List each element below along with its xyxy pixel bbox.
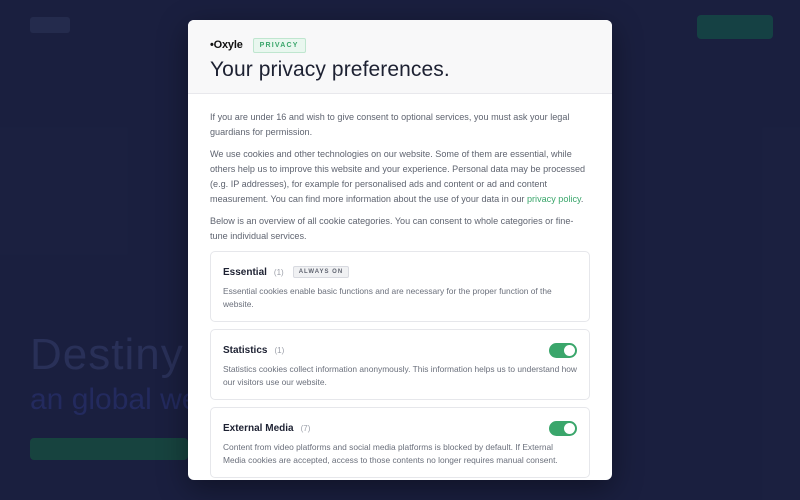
- category-card-external-media: External Media (7) Content from video pl…: [210, 407, 590, 478]
- category-card-statistics: Statistics (1) Statistics cookies collec…: [210, 329, 590, 400]
- toggle-knob-icon: [564, 344, 575, 356]
- cookie-intro: We use cookies and other technologies on…: [210, 147, 590, 207]
- brand-row: •Oxyle PRIVACY: [210, 37, 590, 53]
- category-header: Essential (1) ALWAYS ON: [223, 264, 577, 280]
- toggle-knob-icon: [564, 422, 575, 434]
- category-name: Essential: [223, 266, 267, 278]
- category-header: Statistics (1): [223, 342, 577, 358]
- category-description: Statistics cookies collect information a…: [223, 364, 577, 387]
- modal-title: Your privacy preferences.: [210, 58, 450, 81]
- category-count: (1): [274, 345, 285, 355]
- category-name: External Media: [223, 422, 294, 434]
- brand-logo: •Oxyle: [210, 39, 243, 51]
- statistics-toggle[interactable]: [549, 342, 577, 358]
- categories-overview: Below is an overview of all cookie categ…: [210, 216, 574, 241]
- age-notice: If you are under 16 and wish to give con…: [210, 112, 570, 137]
- category-count: (7): [300, 423, 311, 433]
- privacy-policy-link[interactable]: privacy policy: [527, 194, 581, 204]
- modal-body[interactable]: If you are under 16 and wish to give con…: [188, 94, 612, 478]
- category-description: Content from video platforms and social …: [223, 442, 558, 465]
- category-count: (1): [273, 267, 284, 277]
- cookie-intro-end: .: [580, 194, 584, 204]
- category-description: Essential cookies enable basic functions…: [223, 286, 552, 309]
- category-name: Statistics: [223, 344, 268, 356]
- external-media-toggle[interactable]: [549, 420, 577, 436]
- always-on-badge: ALWAYS ON: [292, 266, 350, 278]
- privacy-badge: PRIVACY: [252, 37, 306, 53]
- category-header: External Media (7): [223, 420, 577, 436]
- category-card-essential: Essential (1) ALWAYS ON Essential cookie…: [210, 251, 590, 322]
- privacy-modal: •Oxyle PRIVACY Your privacy preferences.…: [188, 20, 612, 480]
- modal-header: •Oxyle PRIVACY Your privacy preferences.: [188, 20, 612, 94]
